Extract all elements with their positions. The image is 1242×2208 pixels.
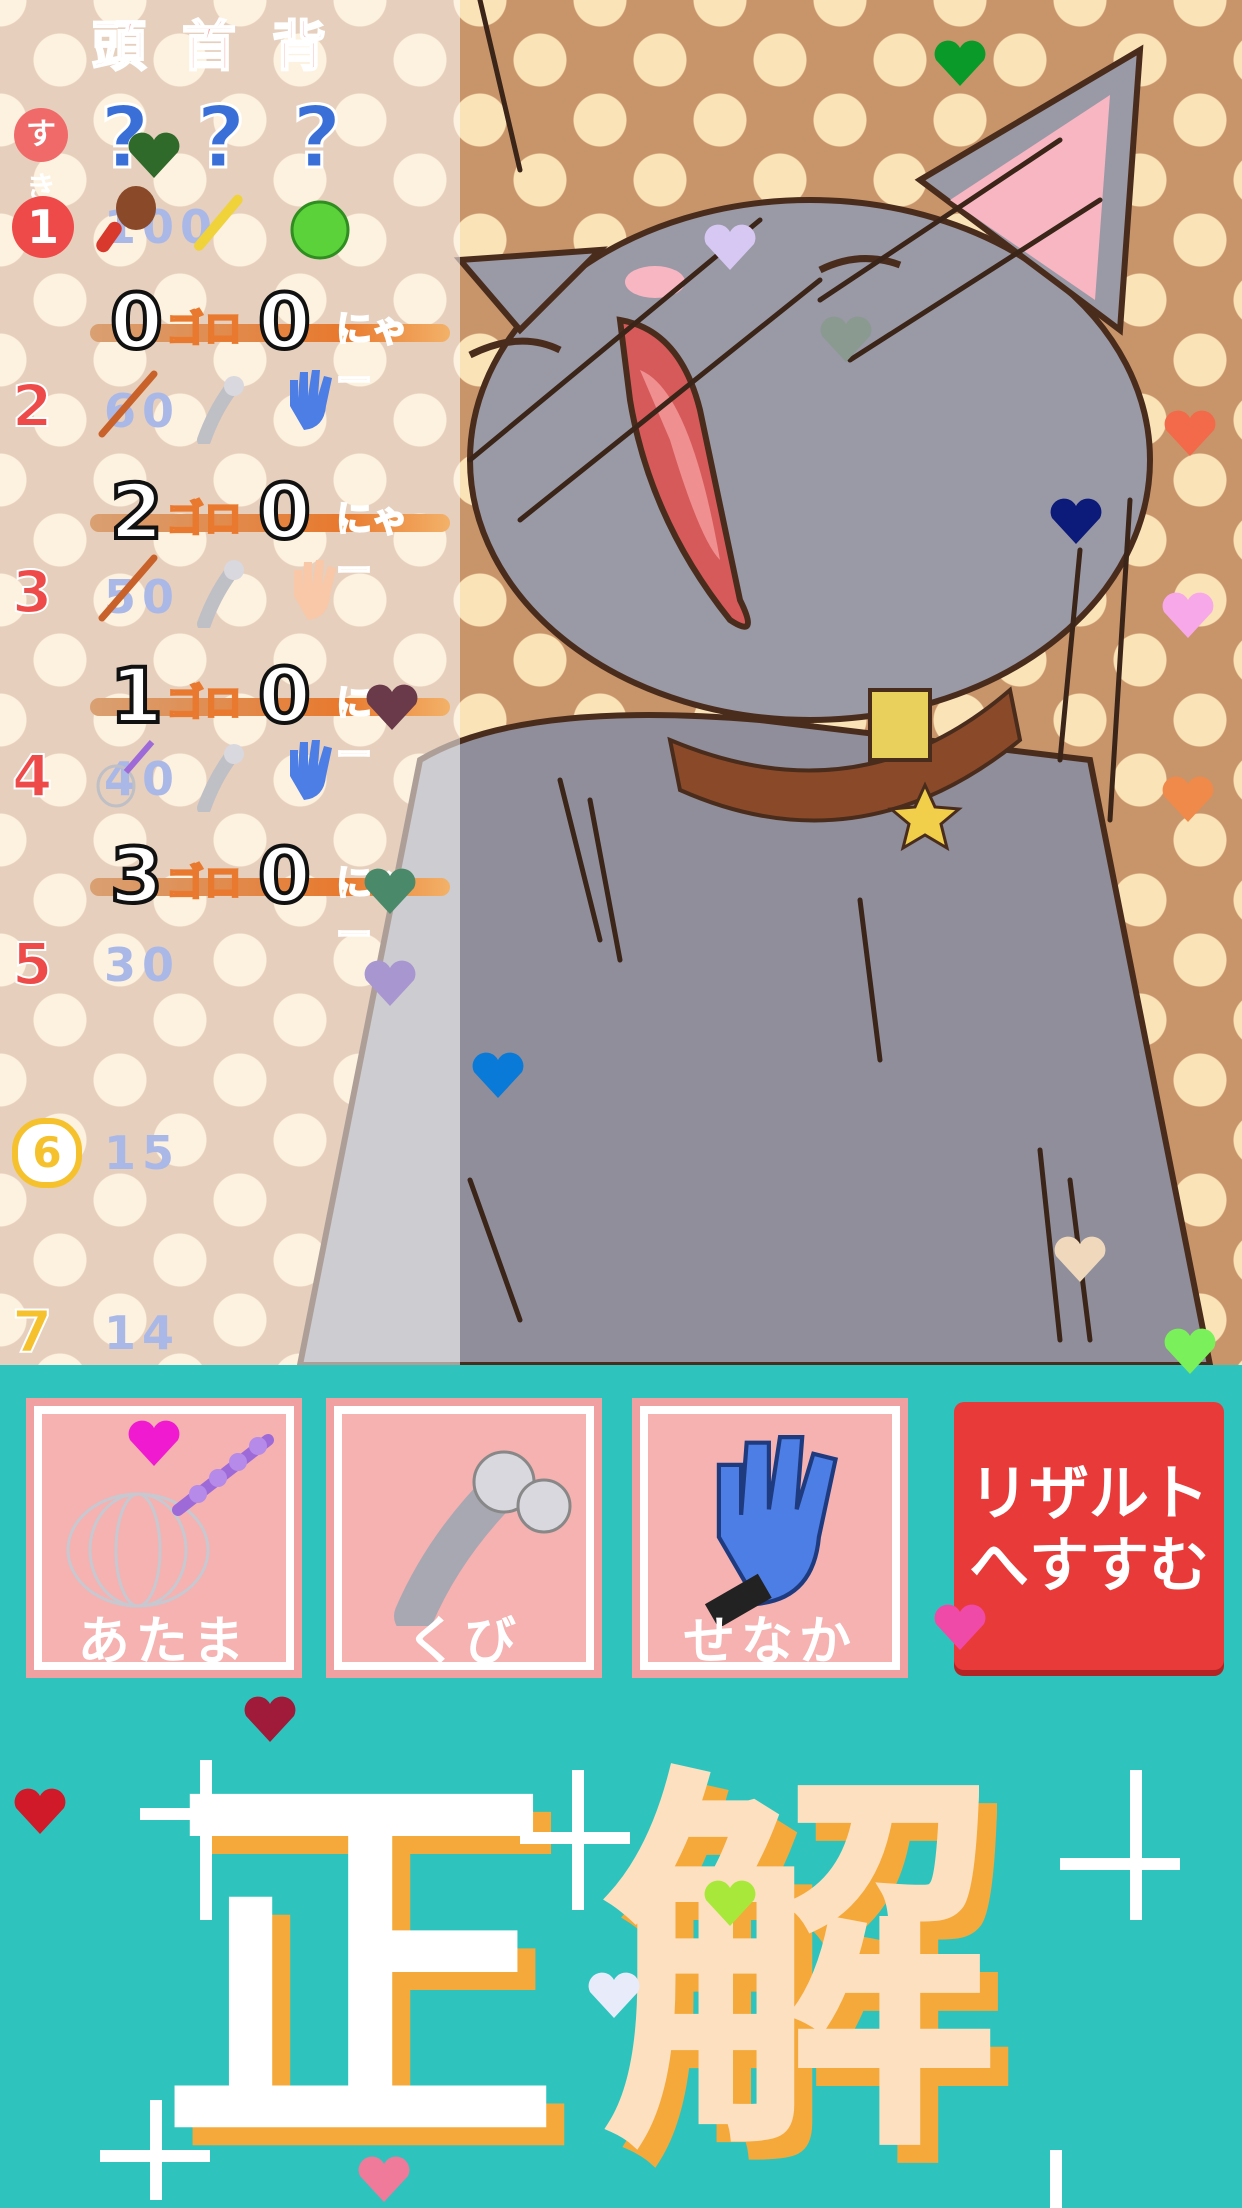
green-ball-icon [290,200,350,260]
heart-icon [356,2154,412,2204]
roller-icon [197,744,244,812]
result-button-line1: リザルト [969,1459,1209,1529]
heart-icon [1048,496,1104,546]
roller-icon [197,376,244,444]
goro-count: 2 [108,467,165,556]
glove-icon [290,740,332,800]
heart-icon [364,682,420,732]
heart-icon [1052,1234,1108,1284]
goro-label: ゴロ [165,860,243,906]
sparkle-icon [140,1808,270,1820]
verdict-char-2: 解 [600,1737,1000,2202]
heart-icon [242,1694,298,1744]
head-button-label: あたま [77,1612,251,1672]
heart-icon [1162,1326,1218,1376]
sparkle-icon [1060,1858,1180,1870]
result-button-line2: へすすむ [969,1531,1209,1601]
roller-icon [197,560,244,628]
heart-icon [362,866,418,916]
heart-icon [470,1050,526,1100]
brush-icon [96,186,156,253]
round-5-label: 5 [11,929,53,999]
nya-count: 0 [256,651,313,740]
back-button[interactable]: せなか [632,1398,908,1678]
sparkle-icon [200,1760,212,1920]
favorite-label: すき [14,108,68,206]
sparkle-icon [1130,1770,1142,1920]
neck-button[interactable]: くび [326,1398,602,1678]
stick-icon [98,554,158,622]
unknown-back-mark: ? [291,87,344,190]
nya-count: 0 [256,277,313,366]
heart-icon [12,1786,68,1836]
goro-count: 3 [108,831,165,920]
toothbrush-icon [194,194,243,251]
heart-icon [932,38,988,88]
goro-count: 0 [108,277,165,366]
heart-icon [1162,408,1218,458]
round-2-result: 2 ゴロ 0 にゃー [90,467,450,593]
sparkle-icon [100,2150,210,2162]
header-head: 頭 [91,14,150,79]
hand-icon [294,560,336,620]
goro-count: 1 [108,651,165,740]
header-neck: 首 [181,14,240,79]
nya-count: 0 [256,831,313,920]
goro-label: ゴロ [165,496,243,542]
correct-banner: 正 解 [160,1740,1140,2200]
nya-count: 0 [256,467,313,556]
goro-label: ゴロ [165,306,243,352]
heart-icon [126,1418,182,1468]
unknown-neck-mark: ? [195,87,248,190]
game-scene: 頭 首 背 すき ? ? ? 1 100 0 ゴロ 0 にゃー 2 60 2 ゴ… [0,0,1242,1365]
heart-icon [362,958,418,1008]
sparkle-icon [520,1832,630,1844]
heart-icon [932,1602,988,1652]
grooming-glove-icon [704,1435,839,1626]
header-back: 背 [271,14,330,79]
heart-icon [702,1878,758,1928]
heart-icon [586,1970,642,2020]
glove-icon [290,370,332,430]
back-button-label: せなか [682,1612,857,1672]
sparkle-icon [1050,2150,1062,2208]
heart-icon [1160,590,1216,640]
heart-icon [1160,774,1216,824]
face-roller-icon [394,1450,572,1626]
round-5-score: 30 [104,938,181,992]
round-3-label: 3 [11,557,53,627]
round-2-label: 2 [11,371,53,441]
whisk-icon [96,740,155,808]
heart-icon [126,130,182,180]
heart-icon [702,222,758,272]
goro-label: ゴロ [165,680,243,726]
neck-button-label: くび [405,1612,522,1672]
nya-label: にゃー [335,498,409,593]
proceed-to-result-button[interactable]: リザルト へすすむ [954,1402,1224,1670]
round-4-label: 4 [11,741,53,811]
round-6-label: 6 [12,1118,82,1188]
nya-label: にゃー [335,308,409,403]
round-1-result: 0 ゴロ 0 にゃー [90,277,450,403]
round-6-score: 15 [104,1126,181,1180]
round-7-label: 7 [11,1297,53,1365]
heart-icon [818,314,874,364]
round-7-score: 14 [104,1306,181,1360]
stick-icon [98,370,158,438]
round-1-label: 1 [12,196,74,258]
